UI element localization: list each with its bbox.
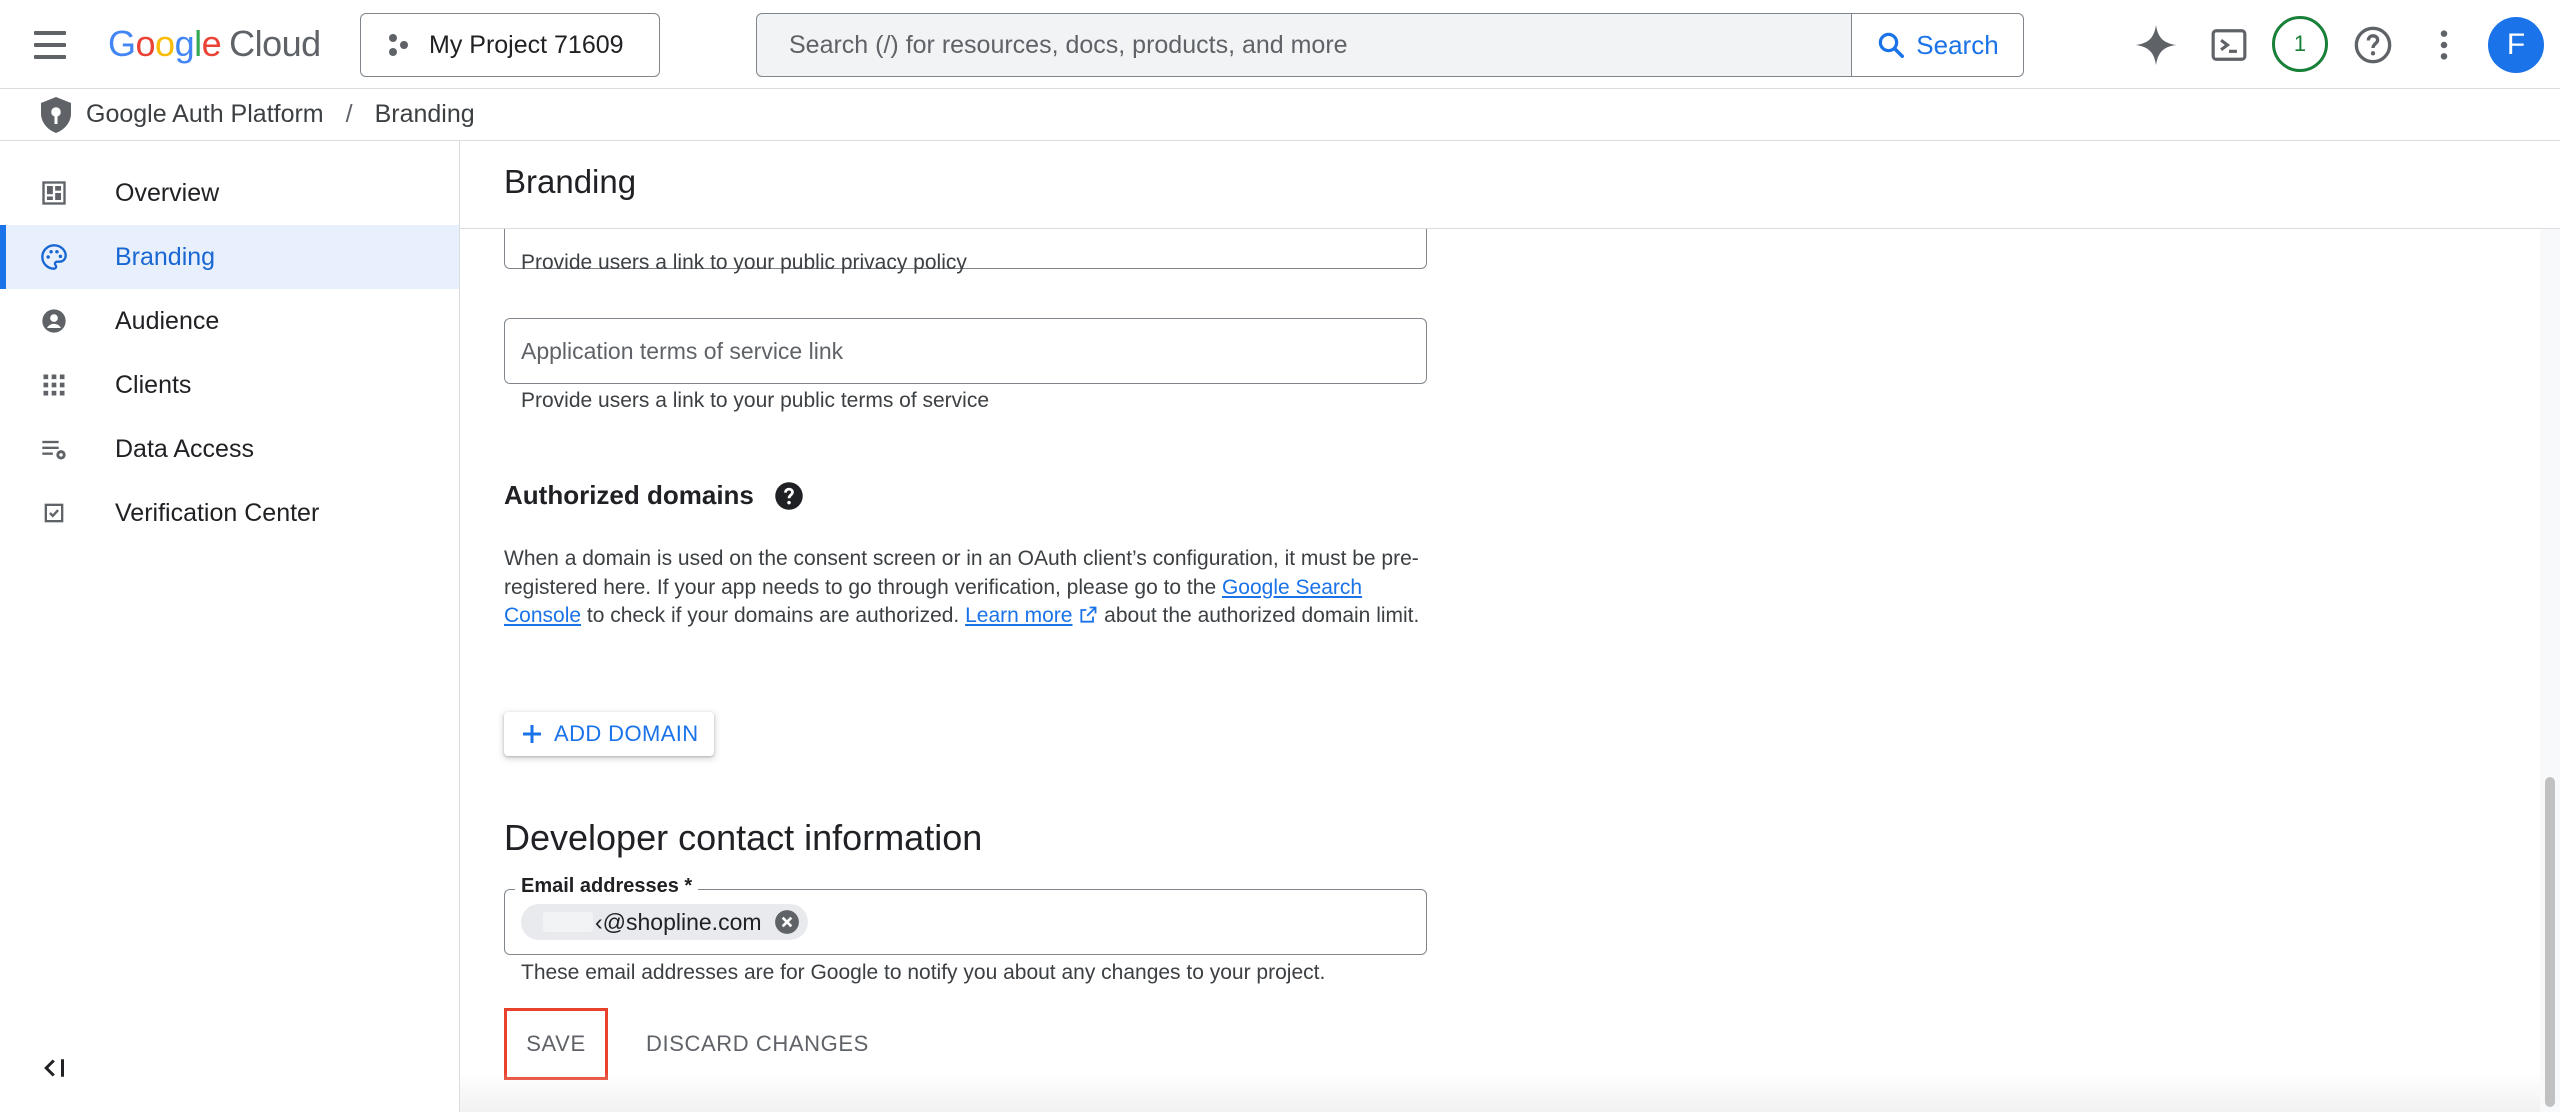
authorized-domains-title: Authorized domains xyxy=(504,480,754,510)
breadcrumb-separator: / xyxy=(345,100,353,128)
checkbox-icon xyxy=(44,503,64,523)
sidebar-item-data-access[interactable]: Data Access xyxy=(0,417,459,481)
sidebar-item-label: Clients xyxy=(115,370,192,399)
dashboard-icon xyxy=(42,181,66,205)
desc-text-3: about the authorized domain limit. xyxy=(1098,604,1420,627)
redacted-text xyxy=(543,912,593,932)
help-icon[interactable] xyxy=(2348,20,2398,70)
page-title: Branding xyxy=(504,163,637,200)
email-chip-text: ‹@shopline.com xyxy=(595,908,762,935)
main-content: Branding Provide users a link to your pu… xyxy=(460,141,2560,1112)
palette-icon xyxy=(41,244,67,270)
discard-changes-button[interactable]: DISCARD CHANGES xyxy=(630,1008,885,1080)
collapse-sidebar-icon[interactable] xyxy=(40,1053,70,1083)
sidebar-item-audience[interactable]: Audience xyxy=(0,289,459,353)
breadcrumb-current: Branding xyxy=(374,100,475,128)
gemini-sparkle-icon[interactable] xyxy=(2131,20,2181,70)
learn-more-link[interactable]: Learn more xyxy=(965,604,1072,627)
sidebar-nav: Overview Branding Audience Clients Data … xyxy=(0,141,460,1112)
desc-text-2: to check if your domains are authorized. xyxy=(581,604,966,627)
terms-of-service-input[interactable] xyxy=(505,319,1426,383)
project-picker-button[interactable]: My Project 71609 xyxy=(360,13,660,77)
more-vert-icon[interactable] xyxy=(2419,20,2469,70)
search-bar: Search xyxy=(756,13,2024,77)
apps-grid-icon xyxy=(43,374,65,396)
breadcrumb-root[interactable]: Google Auth Platform xyxy=(86,100,324,129)
help-circle-icon[interactable] xyxy=(774,481,804,511)
account-avatar[interactable]: F xyxy=(2488,17,2544,73)
scrollbar-thumb[interactable] xyxy=(2545,777,2555,1107)
sidebar-item-branding[interactable]: Branding xyxy=(0,225,459,289)
terms-of-service-helper: Provide users a link to your public term… xyxy=(521,389,990,412)
breadcrumb: Google Auth Platform / Branding xyxy=(0,89,2560,141)
scrollbar[interactable] xyxy=(2540,141,2560,1112)
google-cloud-logo[interactable]: Google Cloud xyxy=(108,20,321,68)
authorized-domains-heading: Authorized domains xyxy=(504,480,804,511)
sidebar-item-overview[interactable]: Overview xyxy=(0,161,459,225)
open-in-new-icon xyxy=(1080,606,1097,623)
sidebar-item-label: Audience xyxy=(115,306,220,335)
top-app-bar: GoogleCloud My Project 71609 Search 1 F xyxy=(0,0,2560,89)
privacy-policy-helper: Provide users a link to your public priv… xyxy=(521,251,967,274)
search-button-label: Search xyxy=(1916,29,1999,60)
sidebar-item-label: Data Access xyxy=(115,434,254,463)
sidebar-item-label: Overview xyxy=(115,178,220,207)
search-button[interactable]: Search xyxy=(1851,14,2023,76)
search-input[interactable] xyxy=(757,14,1851,76)
logo-cloud: Cloud xyxy=(229,23,321,64)
menu-icon[interactable] xyxy=(28,24,72,66)
sidebar-item-label: Verification Center xyxy=(115,498,320,527)
sidebar-item-verification-center[interactable]: Verification Center xyxy=(0,481,459,545)
sidebar-item-clients[interactable]: Clients xyxy=(0,353,459,417)
add-icon xyxy=(523,725,541,743)
account-circle-icon xyxy=(42,309,66,333)
shield-icon xyxy=(41,96,71,133)
logo-google: Google xyxy=(108,23,222,64)
cloud-shell-icon[interactable] xyxy=(2204,20,2254,70)
email-chip[interactable]: ‹@shopline.com xyxy=(521,904,808,940)
sidebar-item-label: Branding xyxy=(115,242,216,271)
cancel-icon[interactable] xyxy=(774,909,800,935)
notifications-badge[interactable]: 1 xyxy=(2272,16,2328,72)
page-header: Branding xyxy=(460,141,2560,229)
add-domain-button[interactable]: ADD DOMAIN xyxy=(504,712,714,756)
project-name: My Project 71609 xyxy=(429,30,624,59)
data-settings-icon xyxy=(42,440,66,460)
search-icon xyxy=(1879,32,1905,58)
developer-contact-heading: Developer contact information xyxy=(504,817,983,858)
email-addresses-label: Email addresses * xyxy=(515,875,699,898)
terms-of-service-field xyxy=(504,318,1427,384)
project-icon xyxy=(389,34,408,56)
add-domain-label: ADD DOMAIN xyxy=(554,721,699,746)
email-addresses-helper: These email addresses are for Google to … xyxy=(521,961,1326,984)
authorized-domains-description: When a domain is used on the consent scr… xyxy=(504,545,1429,631)
email-addresses-field[interactable]: Email addresses * ‹@shopline.com xyxy=(504,875,1427,955)
save-button[interactable]: SAVE xyxy=(504,1008,608,1080)
